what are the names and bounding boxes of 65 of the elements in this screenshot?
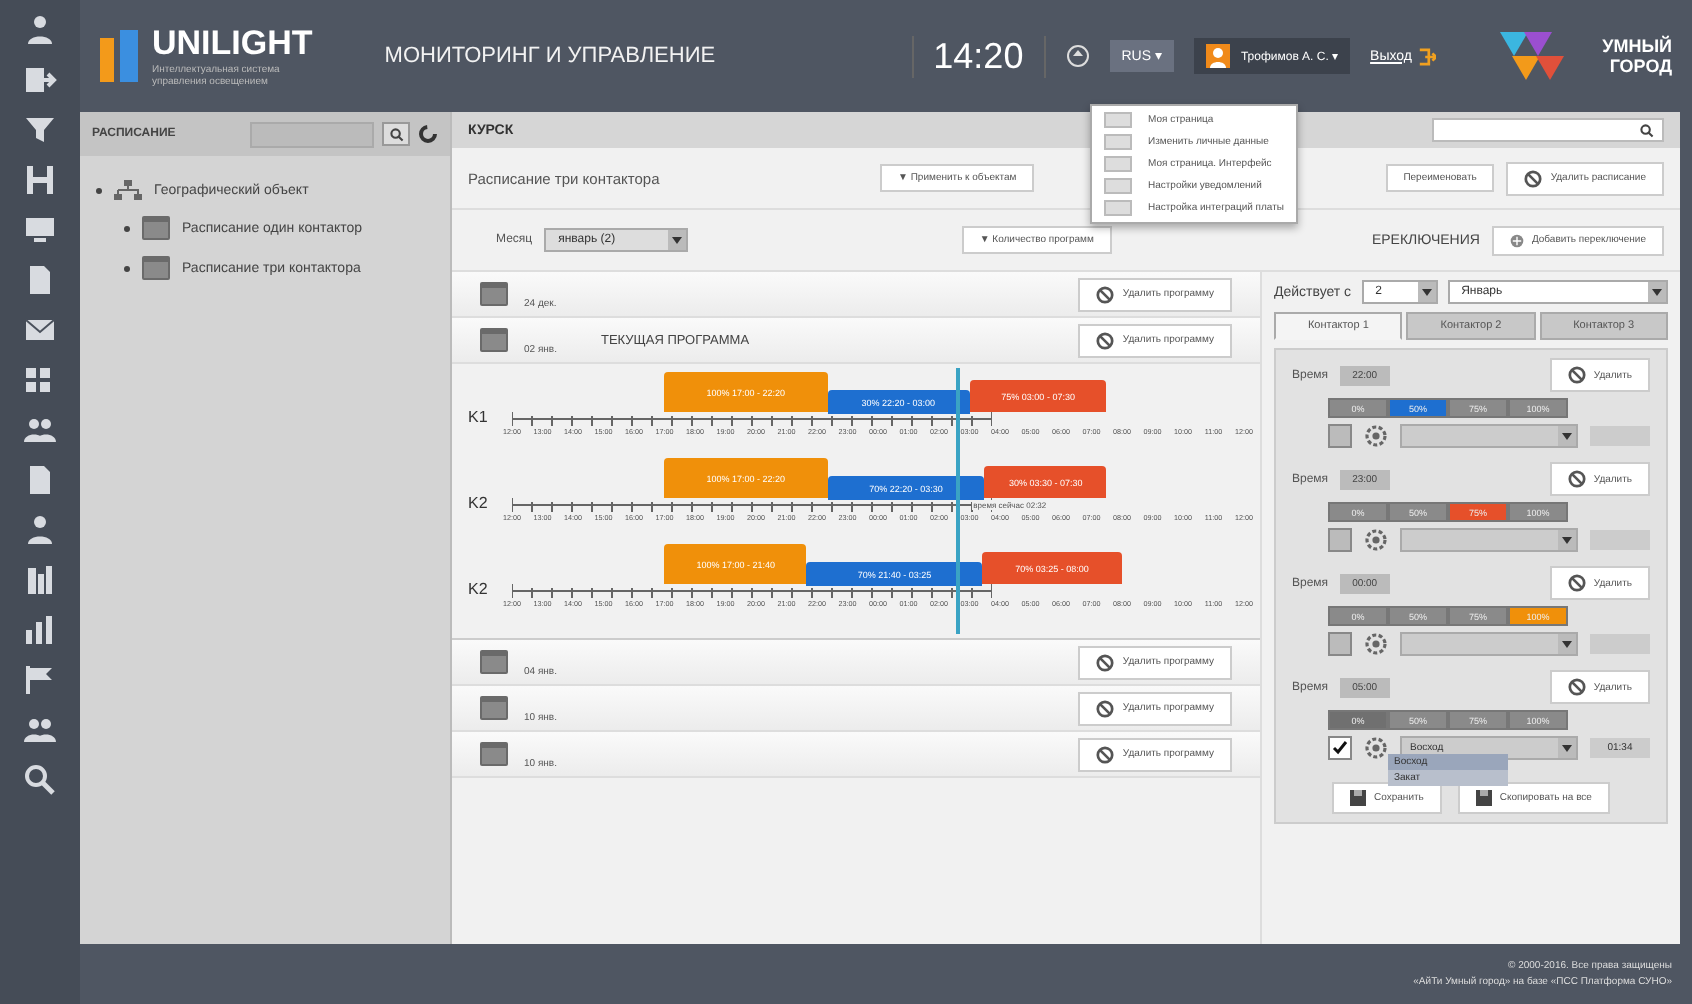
person-icon[interactable] xyxy=(22,512,58,548)
checkbox[interactable] xyxy=(1328,528,1352,552)
gear-icon[interactable] xyxy=(1364,632,1388,656)
exit-icon xyxy=(1418,47,1436,65)
contactor-label: K1 xyxy=(468,408,490,426)
calendar-icon xyxy=(142,256,170,280)
delete-icon xyxy=(1567,574,1586,592)
calendar-icon xyxy=(480,696,508,720)
caret-icon[interactable] xyxy=(1417,282,1436,302)
search-field[interactable] xyxy=(250,121,374,147)
window-icon xyxy=(1104,134,1132,150)
person-icon[interactable] xyxy=(22,12,58,48)
search-icon xyxy=(1640,123,1654,137)
delete-icon xyxy=(1524,169,1543,187)
clock-time: 14:20 xyxy=(911,35,1046,77)
delete-icon xyxy=(1096,745,1115,763)
monitor-icon[interactable] xyxy=(22,212,58,248)
search-icon[interactable] xyxy=(22,762,58,798)
login-icon[interactable] xyxy=(22,62,58,98)
gear-icon[interactable] xyxy=(1364,424,1388,448)
gear-icon[interactable] xyxy=(1364,528,1388,552)
calendar-icon xyxy=(480,650,508,674)
window-icon xyxy=(1104,112,1132,128)
chart-icon[interactable] xyxy=(22,612,58,648)
delete-icon xyxy=(1096,331,1115,349)
contactor-label: K2 xyxy=(468,494,490,512)
delete-icon xyxy=(1096,653,1115,671)
delete-icon xyxy=(1567,470,1586,488)
plus-icon xyxy=(1509,233,1524,247)
delete-icon xyxy=(1567,678,1586,696)
delete-icon xyxy=(1096,699,1115,717)
caret-icon[interactable] xyxy=(1648,282,1666,302)
search-icon xyxy=(389,127,403,141)
app-title: МОНИТОРИНГ И УПРАВЛЕНИЕ xyxy=(384,44,716,68)
upload-icon[interactable] xyxy=(1065,44,1090,68)
gear-icon[interactable] xyxy=(1364,736,1388,760)
avatar-icon xyxy=(1206,44,1231,68)
funnel-icon[interactable] xyxy=(22,112,58,148)
hierarchy-icon xyxy=(114,180,142,200)
calendar-icon xyxy=(480,742,508,766)
brand-name: УМНЫЙ ГОРОД xyxy=(1600,36,1672,76)
delete-icon xyxy=(1096,285,1115,303)
contactor-label: K2 xyxy=(468,580,490,598)
flag-icon[interactable] xyxy=(22,662,58,698)
refresh-icon[interactable] xyxy=(418,124,438,144)
caret-icon[interactable] xyxy=(668,230,687,250)
search-button[interactable] xyxy=(382,122,410,146)
caret-icon[interactable] xyxy=(1558,634,1576,654)
checkbox[interactable] xyxy=(1328,424,1352,448)
logo-name: UNILIGHT xyxy=(152,24,313,64)
caret-icon[interactable] xyxy=(1558,738,1576,758)
delete-icon xyxy=(1567,366,1586,384)
search-field[interactable] xyxy=(1432,118,1664,142)
window-icon xyxy=(1104,178,1132,194)
calendar-icon xyxy=(480,328,508,352)
building-icon[interactable] xyxy=(22,562,58,598)
window-icon xyxy=(1104,156,1132,172)
caret-icon[interactable] xyxy=(1558,530,1576,550)
checkbox[interactable] xyxy=(1328,736,1352,760)
calendar-icon xyxy=(142,216,170,240)
window-icon xyxy=(1104,200,1132,216)
logo-icon xyxy=(100,30,140,82)
calendar-icon xyxy=(480,282,508,306)
caret-icon[interactable] xyxy=(1558,426,1576,446)
checkbox[interactable] xyxy=(1328,632,1352,656)
